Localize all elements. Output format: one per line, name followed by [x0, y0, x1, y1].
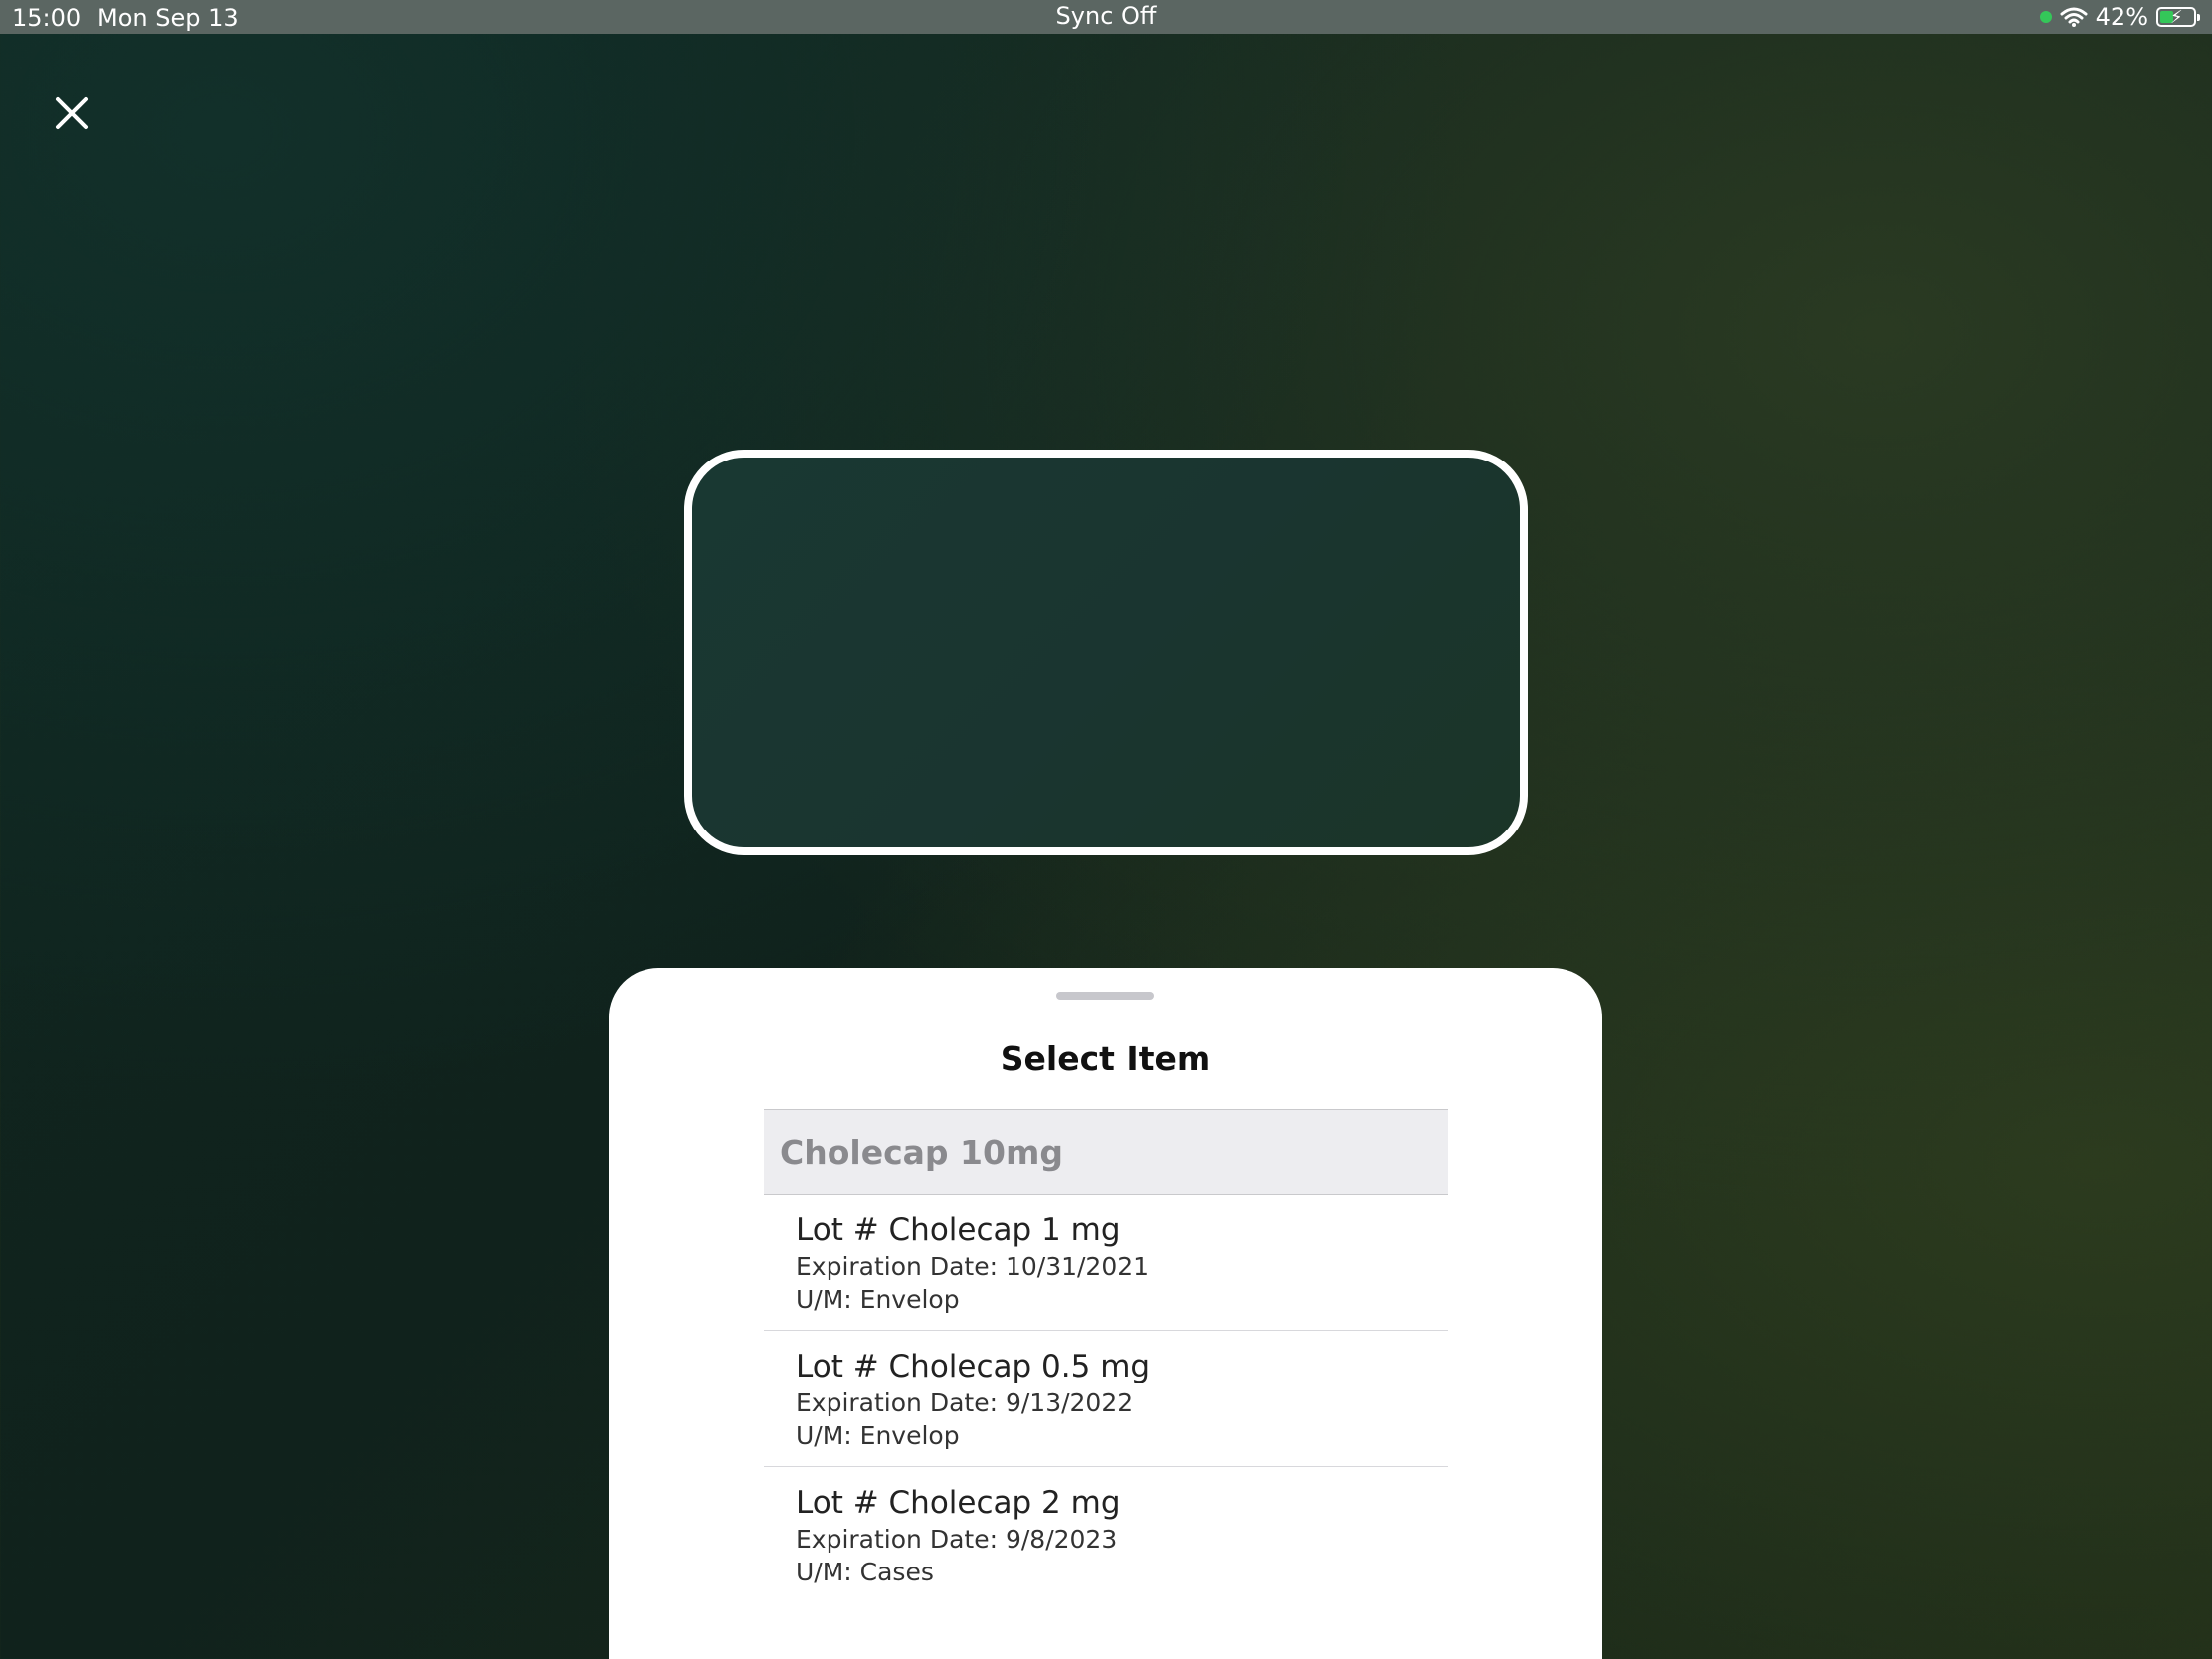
status-bar: 15:00 Mon Sep 13 Sync Off 42% ⚡: [0, 0, 2212, 34]
expiration-date: Expiration Date: 9/13/2022: [796, 1388, 1134, 1417]
wifi-icon: [2060, 7, 2088, 27]
battery-icon: ⚡: [2156, 7, 2200, 28]
list-item[interactable]: Lot # Cholecap 0.5 mg Expiration Date: 9…: [764, 1331, 1448, 1467]
expiration-date: Expiration Date: 9/8/2023: [796, 1525, 1118, 1554]
unit-of-measure: U/M: Cases: [796, 1558, 934, 1586]
lot-label: Lot # Cholecap 2 mg: [796, 1485, 1121, 1521]
battery-percent: 42%: [2095, 3, 2148, 31]
sync-status: Sync Off: [1055, 2, 1157, 30]
expiration-date: Expiration Date: 10/31/2021: [796, 1252, 1150, 1281]
select-item-sheet: Select Item Cholecap 10mg Lot # Cholecap…: [609, 968, 1602, 1659]
barcode-scan-frame: [684, 450, 1528, 855]
camera-in-use-indicator: [2039, 11, 2052, 23]
lot-label: Lot # Cholecap 0.5 mg: [796, 1349, 1151, 1384]
close-icon: [56, 97, 88, 129]
unit-of-measure: U/M: Envelop: [796, 1421, 960, 1450]
list-item[interactable]: Lot # Cholecap 1 mg Expiration Date: 10/…: [764, 1195, 1448, 1331]
lot-label: Lot # Cholecap 1 mg: [796, 1212, 1121, 1248]
charging-bolt-icon: ⚡: [2170, 7, 2183, 28]
status-right-group: 42% ⚡: [2039, 3, 2200, 31]
list-item[interactable]: Lot # Cholecap 2 mg Expiration Date: 9/8…: [764, 1467, 1448, 1603]
item-list: Cholecap 10mg Lot # Cholecap 1 mg Expira…: [764, 1109, 1448, 1603]
sheet-grabber[interactable]: [1056, 992, 1154, 1000]
unit-of-measure: U/M: Envelop: [796, 1285, 960, 1314]
sheet-title: Select Item: [1000, 1039, 1211, 1078]
close-button[interactable]: [48, 90, 95, 137]
section-header: Cholecap 10mg: [764, 1109, 1448, 1195]
